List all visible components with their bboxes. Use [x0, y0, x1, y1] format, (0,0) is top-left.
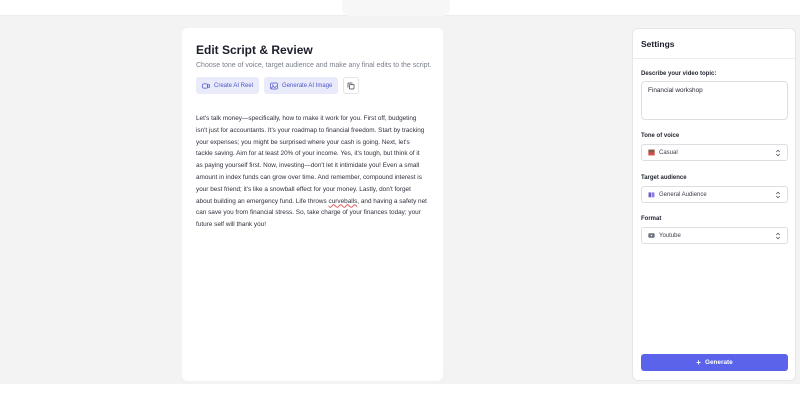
chevron-updown-icon	[775, 149, 781, 156]
mood-icon	[648, 149, 655, 156]
action-row: Create AI Reel Generate AI Image	[196, 77, 429, 94]
generate-button[interactable]: + Generate	[641, 354, 788, 371]
people-icon	[648, 192, 655, 198]
chevron-updown-icon	[775, 191, 781, 198]
page-subtitle: Choose tone of voice, target audience an…	[196, 62, 432, 69]
page-title: Edit Script & Review	[196, 43, 313, 57]
bottom-bar	[0, 384, 800, 400]
generate-label: Generate	[704, 359, 733, 366]
generate-ai-image-label: Generate AI Image	[282, 82, 333, 89]
top-tab	[342, 0, 450, 16]
settings-title: Settings	[633, 29, 795, 59]
audience-label: Target audience	[641, 175, 687, 181]
tone-label: Tone of voice	[641, 133, 680, 139]
tone-value: Casual	[659, 149, 678, 156]
format-label: Format	[641, 216, 662, 222]
format-select[interactable]: Youtube	[641, 227, 788, 244]
format-value: Youtube	[659, 232, 681, 239]
image-icon	[270, 82, 278, 89]
youtube-icon	[648, 233, 655, 238]
tone-select[interactable]: Casual	[641, 144, 788, 161]
chevron-updown-icon	[775, 232, 781, 239]
script-editor-card: Edit Script & Review Choose tone of voic…	[182, 28, 443, 381]
create-ai-reel-label: Create AI Reel	[214, 82, 254, 89]
audience-value: General Audience	[659, 191, 707, 198]
topic-input[interactable]: Financial workshop	[641, 81, 788, 120]
create-ai-reel-button[interactable]: Create AI Reel	[196, 77, 260, 94]
audience-select[interactable]: General Audience	[641, 186, 788, 203]
copy-icon	[348, 82, 355, 89]
video-icon	[202, 82, 210, 89]
settings-panel: Settings Describe your video topic: Fina…	[632, 28, 796, 381]
generate-ai-image-button[interactable]: Generate AI Image	[264, 77, 339, 94]
plus-icon: +	[696, 357, 701, 367]
script-text-part: Let's talk money—specifically, how to ma…	[196, 115, 425, 205]
topic-label: Describe your video topic:	[641, 71, 717, 77]
script-textarea[interactable]: Let's talk money—specifically, how to ma…	[196, 113, 428, 231]
misspelled-word: curveballs	[328, 197, 358, 205]
copy-button[interactable]	[343, 77, 360, 94]
